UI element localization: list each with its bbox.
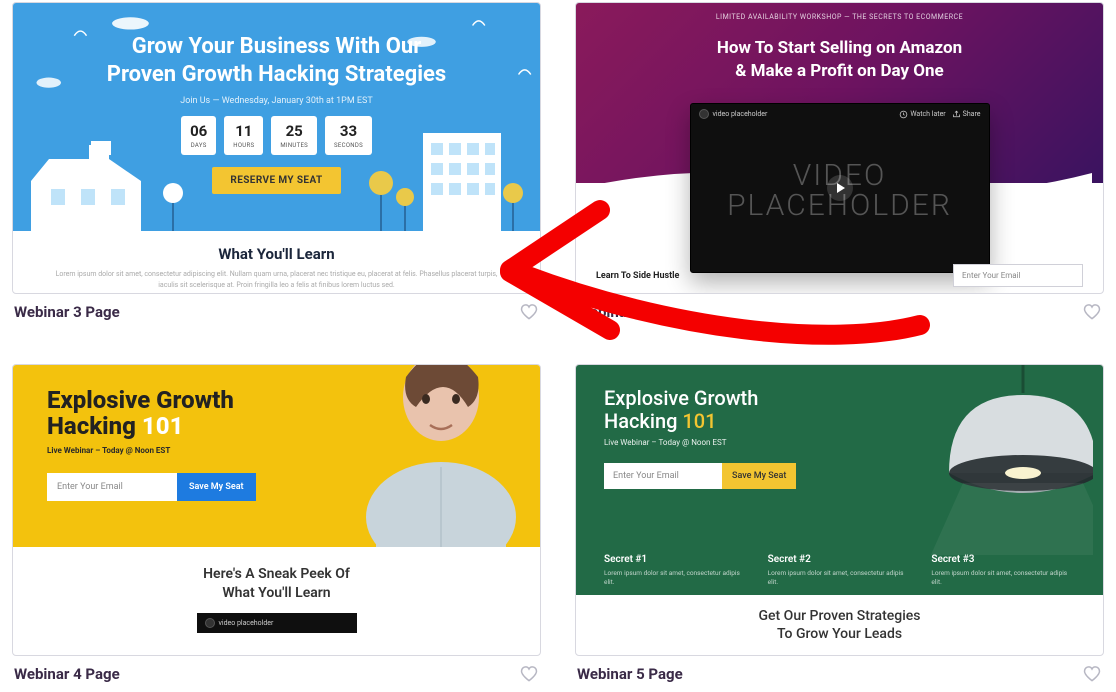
person-illustration: [346, 365, 526, 547]
save-seat-button[interactable]: Save My Seat: [177, 473, 256, 501]
learn-heading: What You'll Learn: [53, 245, 500, 263]
hero-banner: Explosive Growth Hacking 101 Live Webina…: [13, 365, 540, 547]
video-label: video placeholder: [219, 619, 274, 627]
lamp-illustration: [883, 365, 1093, 555]
template-card: LIMITED AVAILABILITY WORKSHOP — THE SECR…: [575, 2, 1104, 322]
hero-banner: Grow Your Business With Our Proven Growt…: [13, 3, 540, 231]
template-title: Webinar 2 Page: [577, 303, 683, 321]
secrets-row: Secret #1Lorem ipsum dolor sit amet, con…: [604, 554, 1073, 587]
hero-banner: Explosive Growth Hacking 101 Live Webina…: [576, 365, 1103, 595]
learn-section: Here's A Sneak Peek OfWhat You'll Learn …: [13, 547, 540, 639]
template-thumbnail-webinar-3[interactable]: Grow Your Business With Our Proven Growt…: [12, 2, 541, 294]
reserve-seat-button[interactable]: RESERVE MY SEAT: [212, 167, 340, 194]
countdown-minutes: 25MINUTES: [271, 116, 317, 155]
video-placeholder[interactable]: video placeholder: [197, 613, 357, 633]
play-icon[interactable]: [827, 175, 853, 201]
hero-headline: How To Start Selling on Amazon & Make a …: [680, 37, 1000, 83]
secret-1: Secret #1Lorem ipsum dolor sit amet, con…: [604, 554, 746, 587]
template-card: Explosive Growth Hacking 101 Live Webina…: [575, 364, 1104, 684]
favorite-icon[interactable]: [519, 664, 539, 684]
learn-text: Lorem ipsum dolor sit amet, consectetur …: [53, 269, 500, 290]
template-title: Webinar 4 Page: [14, 665, 120, 683]
favorite-icon[interactable]: [1082, 302, 1102, 322]
secret-3: Secret #3Lorem ipsum dolor sit amet, con…: [931, 554, 1073, 587]
template-title: Webinar 3 Page: [14, 303, 120, 321]
favorite-icon[interactable]: [1082, 664, 1102, 684]
countdown-hours: 11HOURS: [224, 116, 263, 155]
countdown-days: 06DAYS: [181, 116, 216, 155]
avatar-icon: [205, 618, 215, 628]
video-label: video placeholder: [713, 110, 768, 118]
email-input[interactable]: Enter Your Email: [47, 473, 177, 501]
template-title: Webinar 5 Page: [577, 665, 683, 683]
template-thumbnail-webinar-2[interactable]: LIMITED AVAILABILITY WORKSHOP — THE SECR…: [575, 2, 1104, 294]
email-input[interactable]: Enter Your Email: [604, 463, 722, 489]
template-card: Explosive Growth Hacking 101 Live Webina…: [12, 364, 541, 684]
template-card: Grow Your Business With Our Proven Growt…: [12, 2, 541, 322]
email-input[interactable]: Enter Your Email: [953, 264, 1083, 287]
section-label: Learn To Side Hustle: [596, 271, 679, 281]
avatar-icon: [699, 109, 709, 119]
template-grid: Grow Your Business With Our Proven Growt…: [0, 0, 1116, 686]
template-thumbnail-webinar-4[interactable]: Explosive Growth Hacking 101 Live Webina…: [12, 364, 541, 656]
learn-section: What You'll Learn Lorem ipsum dolor sit …: [13, 231, 540, 294]
learn-heading: Here's A Sneak Peek OfWhat You'll Learn: [53, 565, 500, 603]
countdown-timer: 06DAYS 11HOURS 25MINUTES 33SECONDS: [13, 116, 540, 155]
share-button[interactable]: Share: [952, 110, 981, 119]
countdown-seconds: 33SECONDS: [325, 116, 372, 155]
watch-later-button[interactable]: Watch later: [899, 110, 945, 119]
announcement-bar: LIMITED AVAILABILITY WORKSHOP — THE SECR…: [576, 13, 1103, 21]
below-heading: Get Our Proven StrategiesTo Grow Your Le…: [576, 595, 1103, 649]
template-thumbnail-webinar-5[interactable]: Explosive Growth Hacking 101 Live Webina…: [575, 364, 1104, 656]
favorite-icon[interactable]: [519, 302, 539, 322]
hero-headline: Grow Your Business With Our Proven Growt…: [97, 33, 457, 88]
video-placeholder[interactable]: video placeholder Watch later Share VIDE…: [690, 103, 990, 273]
hero-subline: Join Us — Wednesday, January 30th at 1PM…: [13, 96, 540, 106]
save-seat-button[interactable]: Save My Seat: [722, 463, 796, 489]
secret-2: Secret #2Lorem ipsum dolor sit amet, con…: [768, 554, 910, 587]
